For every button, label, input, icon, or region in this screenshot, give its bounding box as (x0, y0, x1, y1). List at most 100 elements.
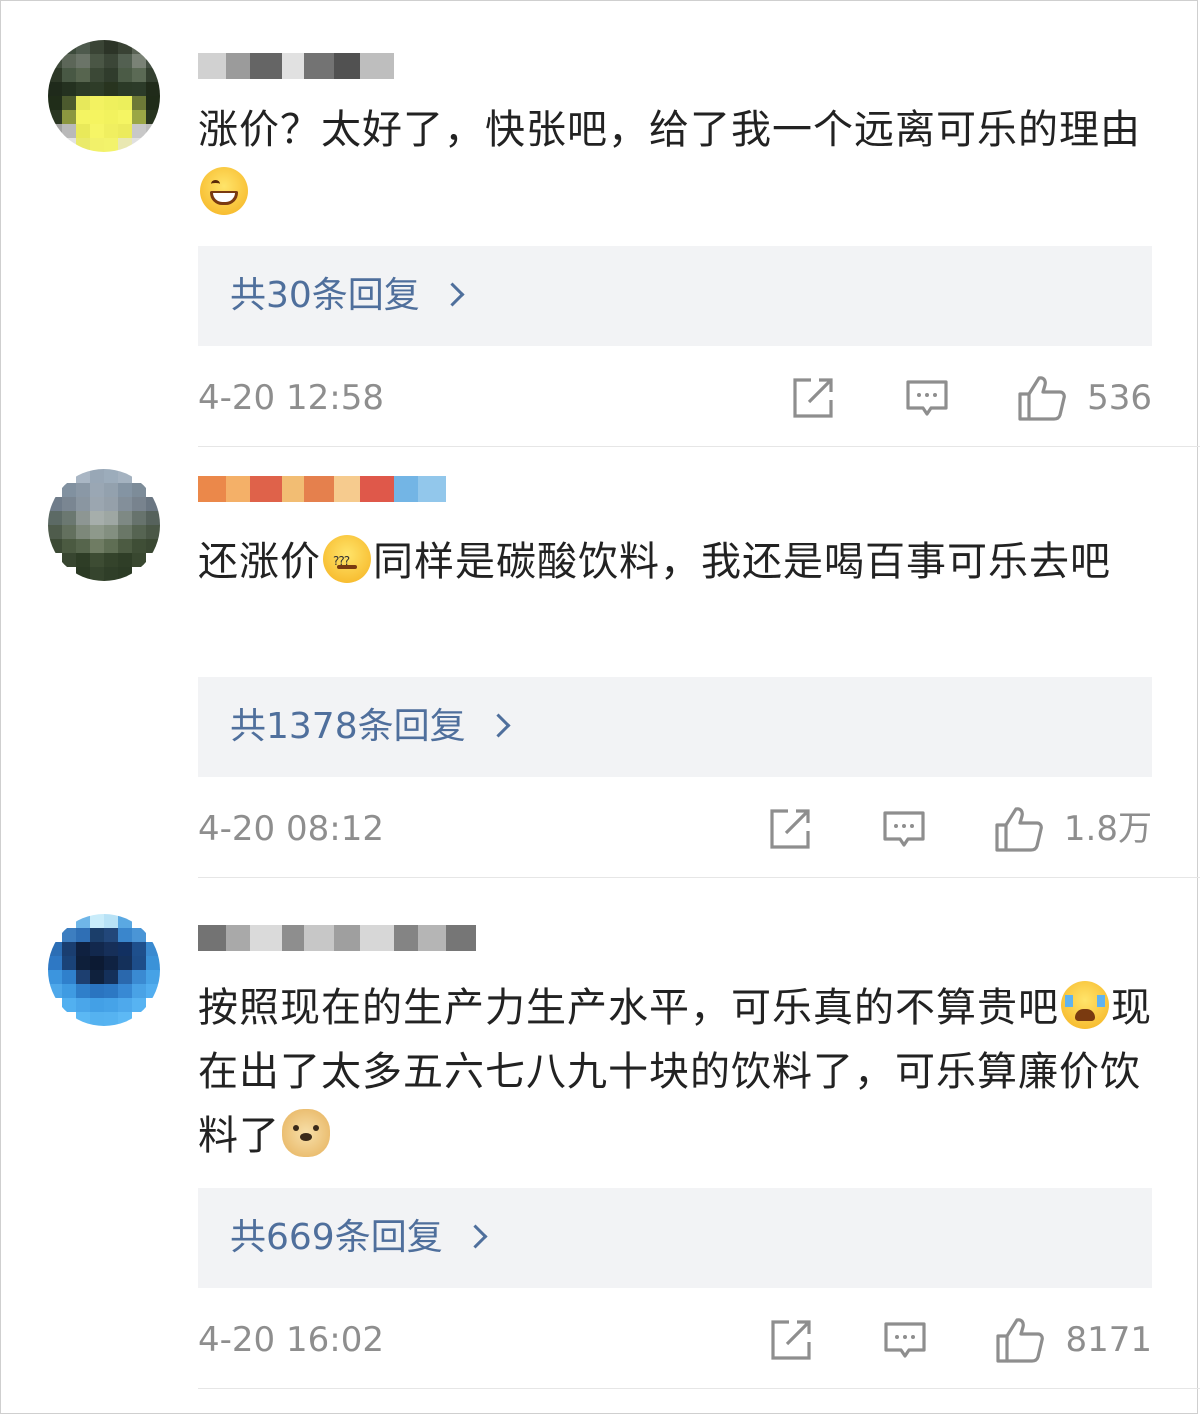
thumbs-up-icon (996, 1318, 1045, 1363)
avatar-pixel (90, 998, 104, 1012)
avatar-pixel (118, 68, 132, 82)
username-pixel (198, 476, 226, 502)
like-count: 536 (1087, 378, 1152, 418)
avatar-pixel (62, 483, 76, 497)
avatar-pixel (90, 96, 104, 110)
avatar-pixel (118, 928, 132, 942)
replies-button[interactable]: 共30条回复 (198, 246, 1152, 346)
username-blurred[interactable] (198, 918, 476, 958)
replies-label: 共669条回复 (230, 1217, 443, 1258)
avatar-pixel (132, 942, 146, 956)
avatar-pixel (62, 984, 76, 998)
avatar-pixel (132, 525, 146, 539)
avatar-pixel (104, 54, 118, 68)
avatar-pixel (90, 124, 104, 138)
avatar-pixel (48, 970, 62, 984)
thumbs-up-icon (995, 807, 1043, 852)
avatar-pixel (146, 511, 160, 525)
avatar[interactable] (48, 469, 160, 581)
avatar-pixel (90, 1012, 104, 1026)
username-pixel (304, 476, 334, 502)
avatar-pixel (76, 511, 90, 525)
avatar-pixel (132, 511, 146, 525)
avatar-pixel (104, 82, 118, 96)
avatar-pixel (118, 998, 132, 1012)
avatar-pixel (62, 998, 76, 1012)
avatar-pixel (132, 984, 146, 998)
share-button[interactable] (769, 1318, 813, 1362)
avatar-pixel (132, 68, 146, 82)
avatar-pixel (132, 110, 146, 124)
avatar-pixel (90, 40, 104, 54)
comment-time: 4-20 16:02 (198, 1320, 384, 1360)
avatar-pixel (118, 124, 132, 138)
avatar-pixel (62, 82, 76, 96)
avatar-pixel (76, 539, 90, 553)
comment-text-part: 同样是碳酸饮料，我还是喝百事可乐去吧 (373, 539, 1111, 585)
avatar-pixel (62, 110, 76, 124)
avatar[interactable] (48, 40, 160, 152)
avatar-pixel (132, 483, 146, 497)
like-count: 1.8万 (1063, 809, 1152, 849)
doge-emoji-icon (282, 1109, 330, 1157)
avatar-pixel (146, 956, 160, 970)
username-pixel (198, 925, 226, 951)
avatar-pixel (118, 539, 132, 553)
avatar-pixel (48, 96, 62, 110)
avatar-pixel (104, 469, 118, 483)
avatar-pixel (118, 956, 132, 970)
avatar-pixel (90, 525, 104, 539)
avatar-pixel (90, 138, 104, 152)
avatar-pixel (90, 956, 104, 970)
username-pixel (282, 925, 304, 951)
avatar-pixel (76, 928, 90, 942)
comment-text-part: 还涨价 (198, 539, 321, 585)
avatar[interactable] (48, 914, 160, 1026)
username-pixel (226, 53, 250, 79)
like-button[interactable]: 1.8万 (994, 799, 1152, 859)
avatar-pixel (104, 984, 118, 998)
comment-button[interactable] (905, 376, 949, 420)
avatar-pixel (76, 956, 90, 970)
avatar-pixel (76, 970, 90, 984)
avatar-pixel (76, 998, 90, 1012)
comment-button[interactable] (883, 1318, 927, 1362)
username-pixel (334, 925, 360, 951)
avatar-pixel (118, 942, 132, 956)
avatar-pixel (118, 984, 132, 998)
comment-button[interactable] (882, 807, 926, 851)
avatar-pixel (118, 110, 132, 124)
username-pixel (304, 925, 334, 951)
avatar-pixel (104, 553, 118, 567)
comment-text-part: 涨价？太好了，快张吧，给了我一个远离可乐的理由 (198, 107, 1141, 153)
share-button[interactable] (768, 807, 812, 851)
username-blurred[interactable] (198, 46, 394, 86)
like-button[interactable]: 536 (1017, 368, 1152, 428)
avatar-pixel (132, 497, 146, 511)
grin-emoji-icon (200, 167, 248, 215)
replies-button[interactable]: 共1378条回复 (198, 677, 1152, 777)
username-pixel (418, 925, 446, 951)
avatar-pixel (62, 497, 76, 511)
comment-time: 4-20 12:58 (198, 378, 384, 418)
username-pixel (250, 476, 282, 502)
thumbs-up-icon (1018, 376, 1066, 421)
username-pixel (334, 476, 360, 502)
avatar-pixel (76, 553, 90, 567)
avatar-pixel (118, 483, 132, 497)
comment-time: 4-20 08:12 (198, 809, 384, 849)
comment-meta: 4-20 16:02 8171 (198, 1310, 1152, 1370)
avatar-pixel (118, 511, 132, 525)
username-pixel (360, 476, 394, 502)
avatar-pixel (76, 54, 90, 68)
avatar-pixel (62, 96, 76, 110)
avatar-pixel (104, 96, 118, 110)
dizzy-emoji-icon (323, 529, 371, 593)
username-blurred[interactable] (198, 469, 446, 509)
replies-button[interactable]: 共669条回复 (198, 1188, 1152, 1288)
like-button[interactable]: 8171 (995, 1310, 1152, 1370)
avatar-pixel (104, 511, 118, 525)
avatar-pixel (146, 82, 160, 96)
share-button[interactable] (791, 376, 835, 420)
avatar-pixel (76, 96, 90, 110)
